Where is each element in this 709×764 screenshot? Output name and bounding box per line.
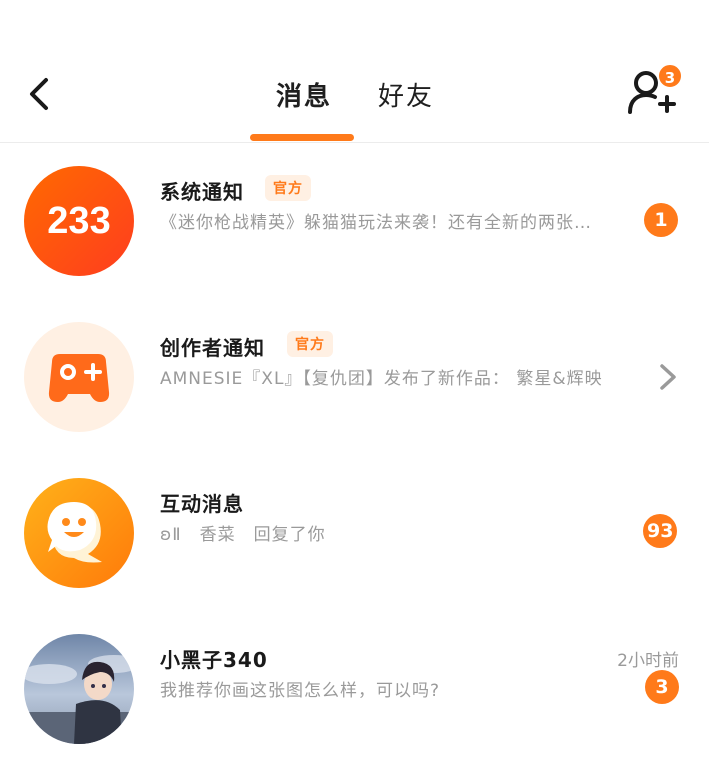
friend-request-badge: 3 <box>657 63 683 89</box>
anime-boy-avatar <box>24 634 134 744</box>
unread-badge: 93 <box>643 514 678 548</box>
conversation-preview: 《迷你枪战精英》躲猫猫玩法来袭！还有全新的两张… <box>160 213 592 233</box>
unread-badge: 3 <box>645 670 679 704</box>
gamepad-icon <box>48 354 110 402</box>
conversation-system-notice[interactable]: 233 系统通知 官方 《迷你枪战精英》躲猫猫玩法来袭！还有全新的两张… 1 <box>0 166 709 296</box>
chat-bubble-face-icon <box>47 502 102 563</box>
official-tag: 官方 <box>287 331 333 357</box>
conversation-preview: 我推荐你画这张图怎么样，可以吗? <box>160 681 441 701</box>
233-logo: 233 <box>47 200 110 242</box>
message-time: 2小时前 <box>617 651 679 671</box>
conversation-interactions[interactable]: 互动消息 ʚⅡ 香菜 回复了你 93 <box>0 478 709 608</box>
top-bar: 消息 好友 3 <box>0 0 709 143</box>
avatar <box>24 634 134 744</box>
avatar-logo-text: 233 <box>47 200 110 242</box>
official-tag: 官方 <box>265 175 311 201</box>
back-button[interactable] <box>22 72 62 116</box>
conversation-creator-notice[interactable]: 创作者通知 官方 AMNESIE『XL』【复仇团】发布了新作品： 繁星&辉映 <box>0 322 709 452</box>
tab-friends[interactable]: 好友 <box>378 76 434 113</box>
conversation-title: 创作者通知 <box>160 336 265 360</box>
tab-messages[interactable]: 消息 <box>276 76 332 113</box>
avatar <box>24 478 134 588</box>
conversation-direct-message[interactable]: 小黑子340 2小时前 我推荐你画这张图怎么样，可以吗? 3 <box>0 634 709 764</box>
chevron-left-icon <box>30 78 48 110</box>
conversation-title: 小黑子340 <box>160 648 268 672</box>
chevron-right-icon <box>660 364 676 390</box>
unread-badge: 1 <box>644 203 678 237</box>
conversation-title: 系统通知 <box>160 180 244 204</box>
avatar: 233 <box>24 166 134 276</box>
conversation-title: 互动消息 <box>160 492 244 516</box>
conversation-preview: ʚⅡ 香菜 回复了你 <box>160 525 326 545</box>
avatar <box>24 322 134 432</box>
active-tab-indicator <box>250 134 354 141</box>
conversation-preview: AMNESIE『XL』【复仇团】发布了新作品： 繁星&辉映 <box>160 369 603 389</box>
